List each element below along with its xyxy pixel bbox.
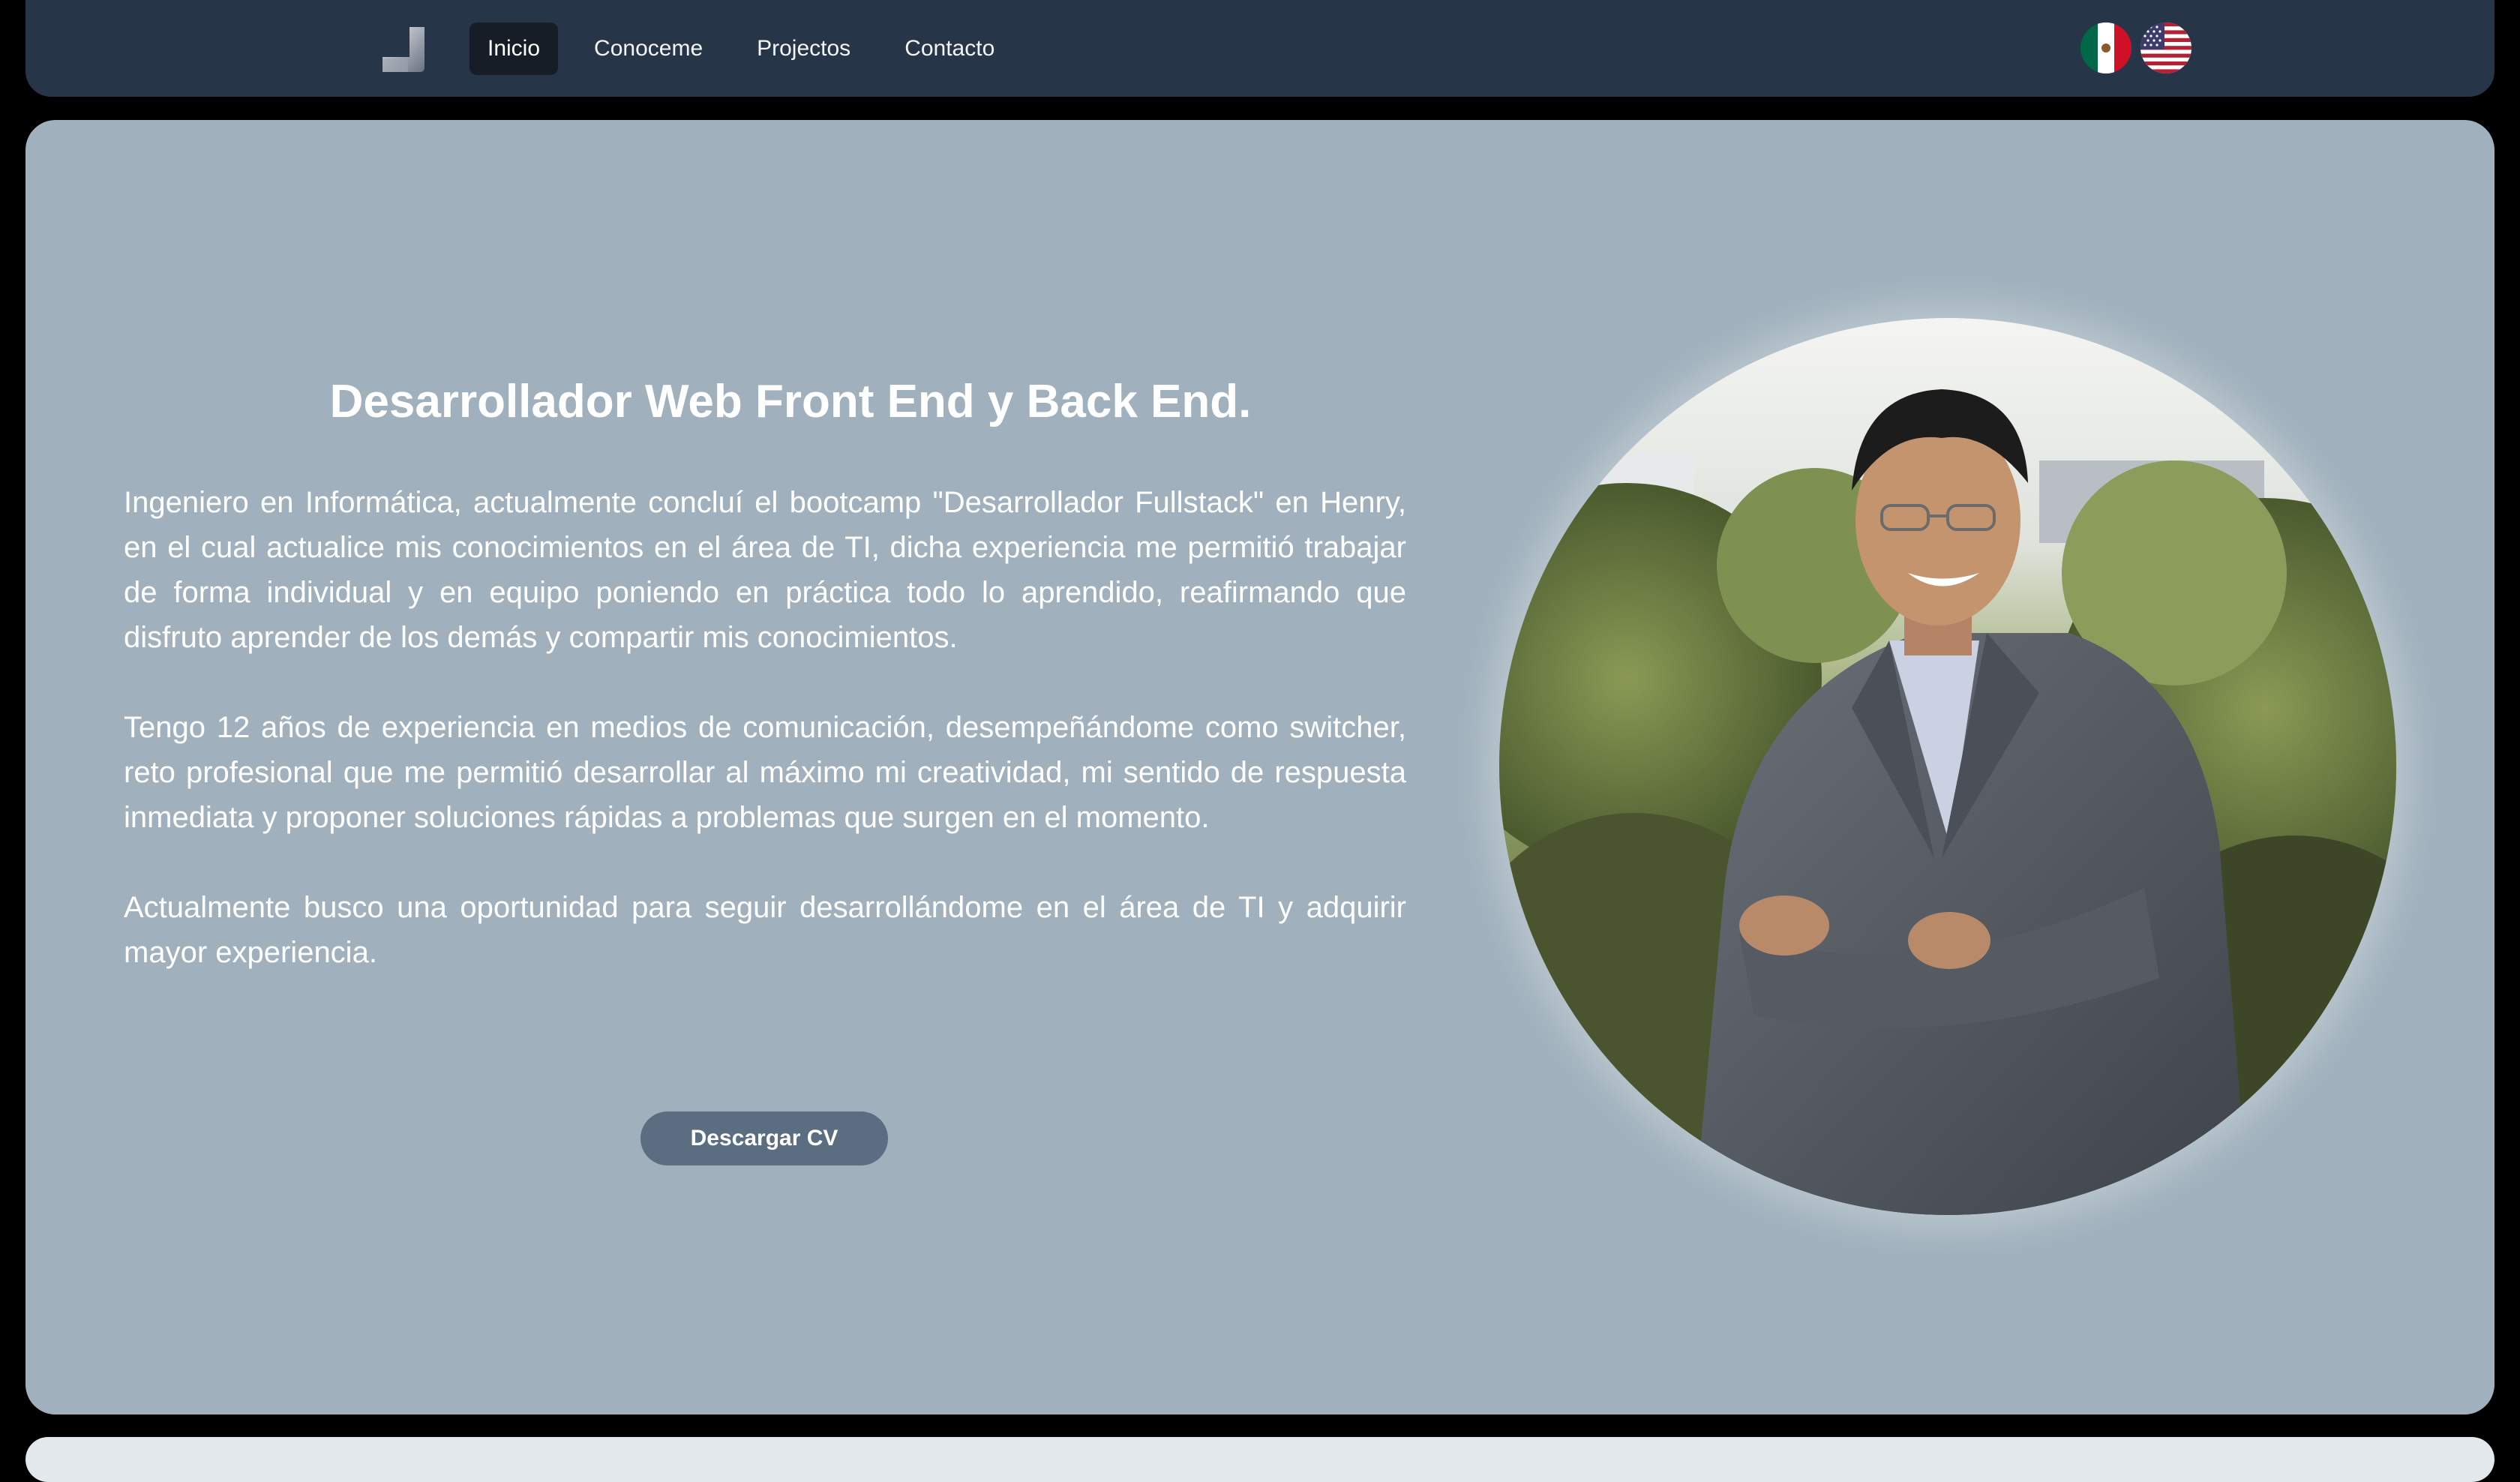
hero-paragraph: Actualmente busco una oportunidad para s… bbox=[124, 891, 1406, 969]
next-section-preview bbox=[26, 1437, 2494, 1482]
nav-link-projectos[interactable]: Projectos bbox=[739, 22, 868, 75]
language-switcher bbox=[2080, 22, 2192, 74]
logo-mark-icon[interactable] bbox=[380, 26, 428, 74]
usa-flag-icon[interactable] bbox=[2140, 22, 2192, 74]
nav-link-inicio[interactable]: Inicio bbox=[470, 22, 559, 75]
hero-paragraph: Ingeniero en Informática, actualmente co… bbox=[124, 486, 1406, 654]
nav-link-contacto[interactable]: Contacto bbox=[886, 22, 1012, 75]
hero-paragraph: Tengo 12 años de experiencia en medios d… bbox=[124, 711, 1406, 834]
nav-link-conoceme[interactable]: Conoceme bbox=[576, 22, 721, 75]
mexico-flag-icon[interactable] bbox=[2080, 22, 2132, 74]
profile-photo bbox=[1499, 318, 2396, 1215]
hero-section: Desarrollador Web Front End y Back End. … bbox=[26, 120, 2494, 1414]
main-nav: Inicio Conoceme Projectos Contacto bbox=[470, 22, 1012, 75]
download-cv-button[interactable]: Descargar CV bbox=[640, 1112, 888, 1166]
navbar: Inicio Conoceme Projectos Contacto bbox=[26, 0, 2494, 97]
hero-description: Ingeniero en Informática, actualmente co… bbox=[124, 480, 1406, 1020]
hero-title: Desarrollador Web Front End y Back End. bbox=[329, 376, 1252, 428]
